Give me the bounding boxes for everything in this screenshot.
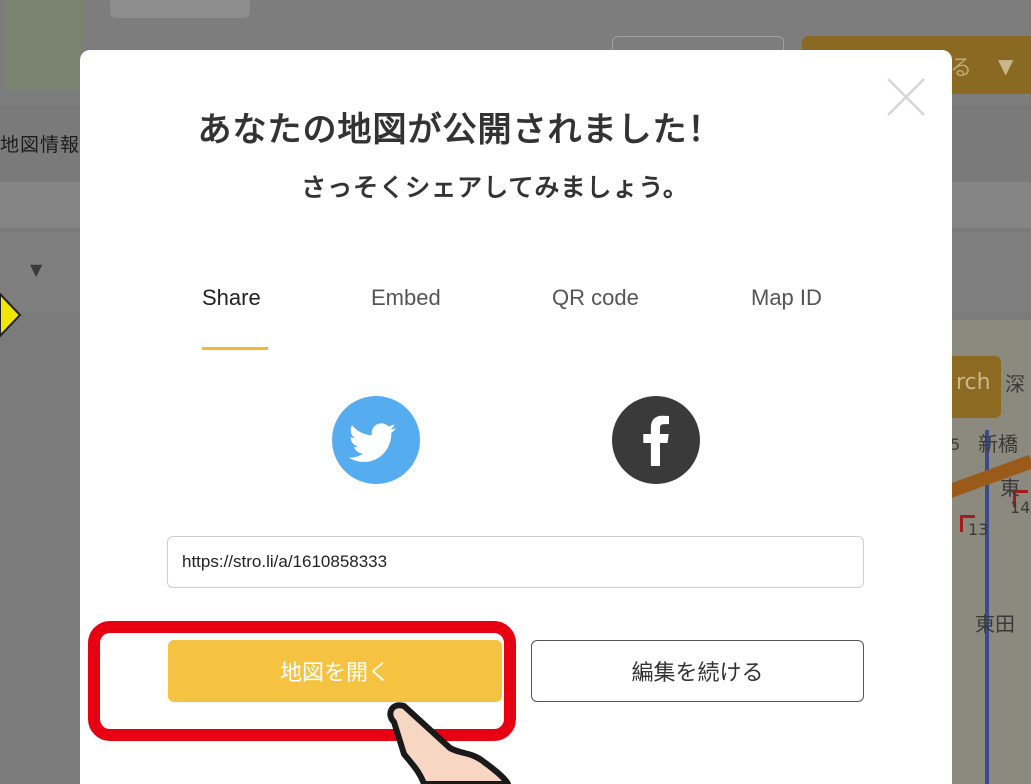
pointing-hand-icon: [387, 702, 511, 784]
chevron-down-icon: ▼: [30, 260, 43, 279]
tab-embed[interactable]: Embed: [371, 285, 441, 311]
modal-subtitle: さっそくシェアしてみましょう。: [301, 173, 689, 202]
map-station-label: 新橋: [978, 432, 1018, 456]
twitter-icon: [348, 423, 397, 462]
tab-map-id[interactable]: Map ID: [751, 285, 822, 311]
share-url-input[interactable]: [167, 536, 864, 588]
map-station-label: 深: [1005, 372, 1025, 396]
active-tab-indicator: [202, 347, 268, 350]
map-search-label: rch: [956, 370, 991, 395]
top-box: [110, 0, 250, 18]
share-tabs: Share Embed QR code Map ID: [80, 285, 952, 355]
map-info-tab-label: 地図情報: [0, 134, 81, 156]
modal-title: あなたの地図が公開されました！: [197, 110, 723, 150]
chevron-down-icon: ▼: [998, 54, 1014, 78]
map-flag-label: 14: [1010, 498, 1031, 517]
facebook-icon: [643, 415, 669, 466]
twitter-share-button[interactable]: [332, 396, 420, 484]
map-thumbnail: [6, 0, 84, 90]
map-flag-label: 13: [968, 520, 989, 539]
continue-editing-button[interactable]: 編集を続ける: [531, 640, 864, 702]
tab-share[interactable]: Share: [202, 285, 261, 311]
map-station-label: 東田: [975, 612, 1015, 636]
partial-label: る: [950, 56, 973, 81]
map-station-label: 東: [1000, 476, 1020, 500]
close-icon[interactable]: [885, 76, 927, 118]
facebook-share-button[interactable]: [612, 396, 700, 484]
tab-qr-code[interactable]: QR code: [552, 285, 639, 311]
arrow-pointer-icon: [0, 292, 22, 338]
